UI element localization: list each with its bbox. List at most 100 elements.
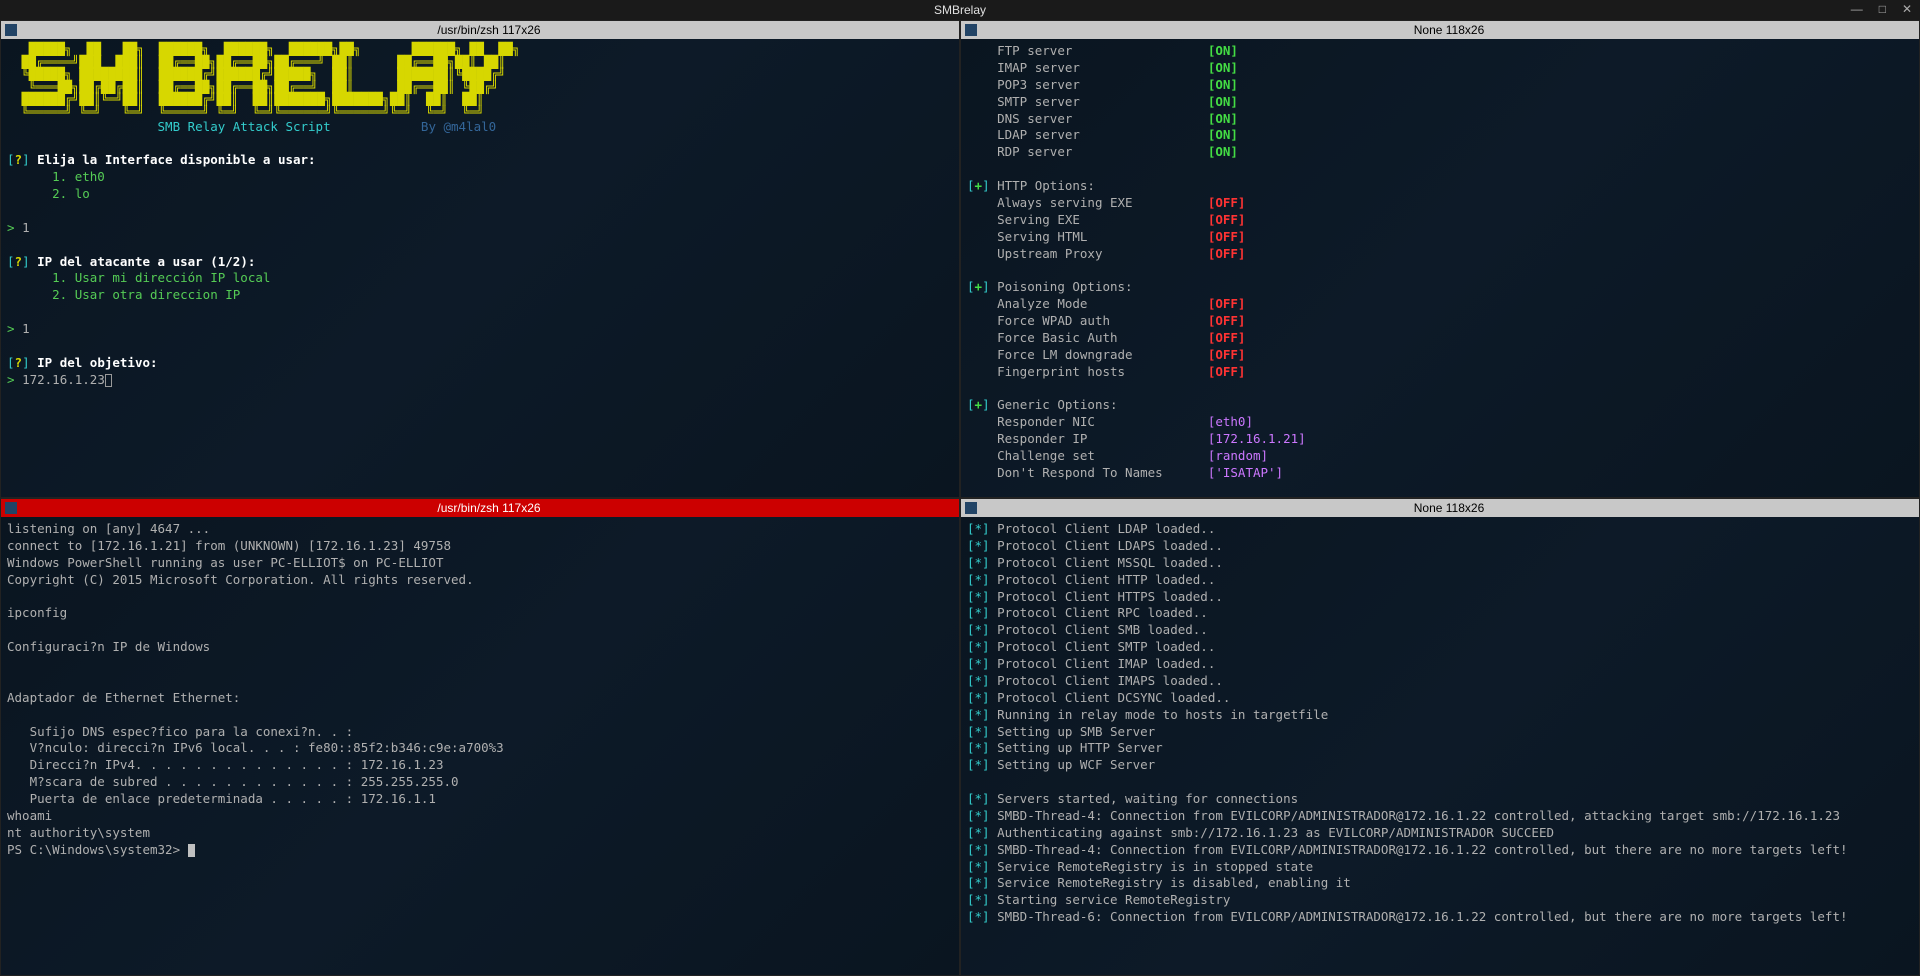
terminal-panes: /usr/bin/zsh 117x26 █████╗ ██ ██╗ ██████…	[0, 20, 1920, 976]
shell-line: Copyright (C) 2015 Microsoft Corporation…	[7, 572, 474, 587]
poison-option-row: Force WPAD auth	[997, 313, 1208, 328]
log-line: Setting up SMB Server	[997, 724, 1155, 739]
option-local-ip: 1. Usar mi dirección IP local	[52, 270, 270, 285]
question-interface: Elija la Interface disponible a usar:	[37, 152, 315, 167]
pane-top-right[interactable]: None 118x26 FTP server [ON] IMAP server …	[960, 20, 1920, 498]
poisoning-options-header: Poisoning Options:	[997, 279, 1132, 294]
state-off: [OFF]	[1208, 313, 1246, 328]
http-option-row: Serving HTML	[997, 229, 1208, 244]
event-line: Servers started, waiting for connections	[997, 791, 1298, 806]
state-off: [OFF]	[1208, 296, 1246, 311]
pane-header-br: None 118x26	[961, 499, 1919, 517]
generic-option-row: Challenge set	[997, 448, 1208, 463]
state-on: [ON]	[1208, 94, 1238, 109]
log-line: Protocol Client LDAP loaded..	[997, 521, 1215, 536]
log-line: Protocol Client SMTP loaded..	[997, 639, 1215, 654]
question-target-ip: IP del objetivo:	[37, 355, 157, 370]
server-row: POP3 server	[997, 77, 1208, 92]
answer-attacker-ip: 1	[22, 321, 30, 336]
poison-option-row: Force Basic Auth	[997, 330, 1208, 345]
event-line: Service RemoteRegistry is in stopped sta…	[997, 859, 1313, 874]
http-option-row: Always serving EXE	[997, 195, 1208, 210]
window-title: SMBrelay	[934, 3, 986, 17]
shell-line: Adaptador de Ethernet Ethernet:	[7, 690, 240, 705]
close-button[interactable]: ✕	[1898, 2, 1916, 16]
log-line: Protocol Client IMAP loaded..	[997, 656, 1215, 671]
log-line: Setting up HTTP Server	[997, 740, 1163, 755]
pane-icon	[5, 24, 17, 36]
shell-line: nt authority\system	[7, 825, 150, 840]
cursor	[105, 374, 112, 387]
shell-line: whoami	[7, 808, 52, 823]
pane-body-tr[interactable]: FTP server [ON] IMAP server [ON] POP3 se…	[961, 39, 1919, 497]
generic-option-row: Don't Respond To Names	[997, 465, 1208, 480]
log-line: Protocol Client DCSYNC loaded..	[997, 690, 1230, 705]
pane-body-br[interactable]: [*] Protocol Client LDAP loaded.. [*] Pr…	[961, 517, 1919, 975]
state-on: [ON]	[1208, 144, 1238, 159]
pane-bottom-left[interactable]: /usr/bin/zsh 117x26 listening on [any] 4…	[0, 498, 960, 976]
pane-title-br: None 118x26	[983, 501, 1915, 515]
pane-title-tl: /usr/bin/zsh 117x26	[23, 23, 955, 37]
pane-header-tl: /usr/bin/zsh 117x26	[1, 21, 959, 39]
pane-icon	[965, 24, 977, 36]
question-attacker-ip: IP del atacante a usar (1/2):	[37, 254, 255, 269]
server-row: IMAP server	[997, 60, 1208, 75]
event-line: Authenticating against smb://172.16.1.23…	[997, 825, 1554, 840]
log-line: Protocol Client MSSQL loaded..	[997, 555, 1223, 570]
http-option-row: Serving EXE	[997, 212, 1208, 227]
log-line: Running in relay mode to hosts in target…	[997, 707, 1328, 722]
pane-bottom-right[interactable]: None 118x26 [*] Protocol Client LDAP loa…	[960, 498, 1920, 976]
pane-top-left[interactable]: /usr/bin/zsh 117x26 █████╗ ██ ██╗ ██████…	[0, 20, 960, 498]
server-row: SMTP server	[997, 94, 1208, 109]
state-on: [ON]	[1208, 60, 1238, 75]
option-lo: 2. lo	[52, 186, 90, 201]
pane-icon	[5, 502, 17, 514]
generic-option-row: Responder NIC	[997, 414, 1208, 429]
state-off: [OFF]	[1208, 364, 1246, 379]
poison-option-row: Analyze Mode	[997, 296, 1208, 311]
logo-subtitle: SMB Relay Attack Script	[158, 119, 331, 136]
pane-body-bl[interactable]: listening on [any] 4647 ... connect to […	[1, 517, 959, 975]
option-other-ip: 2. Usar otra direccion IP	[52, 287, 240, 302]
state-off: [OFF]	[1208, 212, 1246, 227]
state-off: [OFF]	[1208, 330, 1246, 345]
window-titlebar: SMBrelay — □ ✕	[0, 0, 1920, 20]
generic-value: [random]	[1208, 448, 1268, 463]
log-line: Setting up WCF Server	[997, 757, 1155, 772]
window-controls: — □ ✕	[1847, 2, 1916, 16]
event-line: SMBD-Thread-4: Connection from EVILCORP/…	[997, 808, 1840, 823]
poison-option-row: Force LM downgrade	[997, 347, 1208, 362]
minimize-button[interactable]: —	[1847, 2, 1867, 16]
event-line: SMBD-Thread-4: Connection from EVILCORP/…	[997, 842, 1847, 857]
http-option-row: Upstream Proxy	[997, 246, 1208, 261]
shell-line: ipconfig	[7, 605, 67, 620]
state-off: [OFF]	[1208, 246, 1246, 261]
state-off: [OFF]	[1208, 195, 1246, 210]
state-on: [ON]	[1208, 127, 1238, 142]
event-line: Service RemoteRegistry is disabled, enab…	[997, 875, 1351, 890]
pane-title-bl: /usr/bin/zsh 117x26	[23, 501, 955, 515]
generic-value: ['ISATAP']	[1208, 465, 1283, 480]
state-off: [OFF]	[1208, 347, 1246, 362]
powershell-prompt: PS C:\Windows\system32>	[7, 842, 188, 857]
event-line: Starting service RemoteRegistry	[997, 892, 1230, 907]
shell-line: connect to [172.16.1.21] from (UNKNOWN) …	[7, 538, 451, 553]
pane-header-tr: None 118x26	[961, 21, 1919, 39]
generic-value: [172.16.1.21]	[1208, 431, 1306, 446]
log-line: Protocol Client IMAPS loaded..	[997, 673, 1223, 688]
smbrelay-logo: █████╗ ██ ██╗ ██████╗ ██████╗ ██████╗██╗…	[7, 43, 953, 119]
pane-title-tr: None 118x26	[983, 23, 1915, 37]
answer-interface: 1	[22, 220, 30, 235]
shell-line: Sufijo DNS espec?fico para la conexi?n. …	[7, 724, 353, 739]
server-row: RDP server	[997, 144, 1208, 159]
cursor	[188, 844, 195, 857]
log-line: Protocol Client HTTP loaded..	[997, 572, 1215, 587]
maximize-button[interactable]: □	[1875, 2, 1890, 16]
server-row: LDAP server	[997, 127, 1208, 142]
pane-header-bl: /usr/bin/zsh 117x26	[1, 499, 959, 517]
shell-line: Configuraci?n IP de Windows	[7, 639, 210, 654]
shell-line: Windows PowerShell running as user PC-EL…	[7, 555, 444, 570]
shell-line: M?scara de subred . . . . . . . . . . . …	[7, 774, 459, 789]
pane-body-tl[interactable]: █████╗ ██ ██╗ ██████╗ ██████╗ ██████╗██╗…	[1, 39, 959, 497]
generic-value: [eth0]	[1208, 414, 1253, 429]
